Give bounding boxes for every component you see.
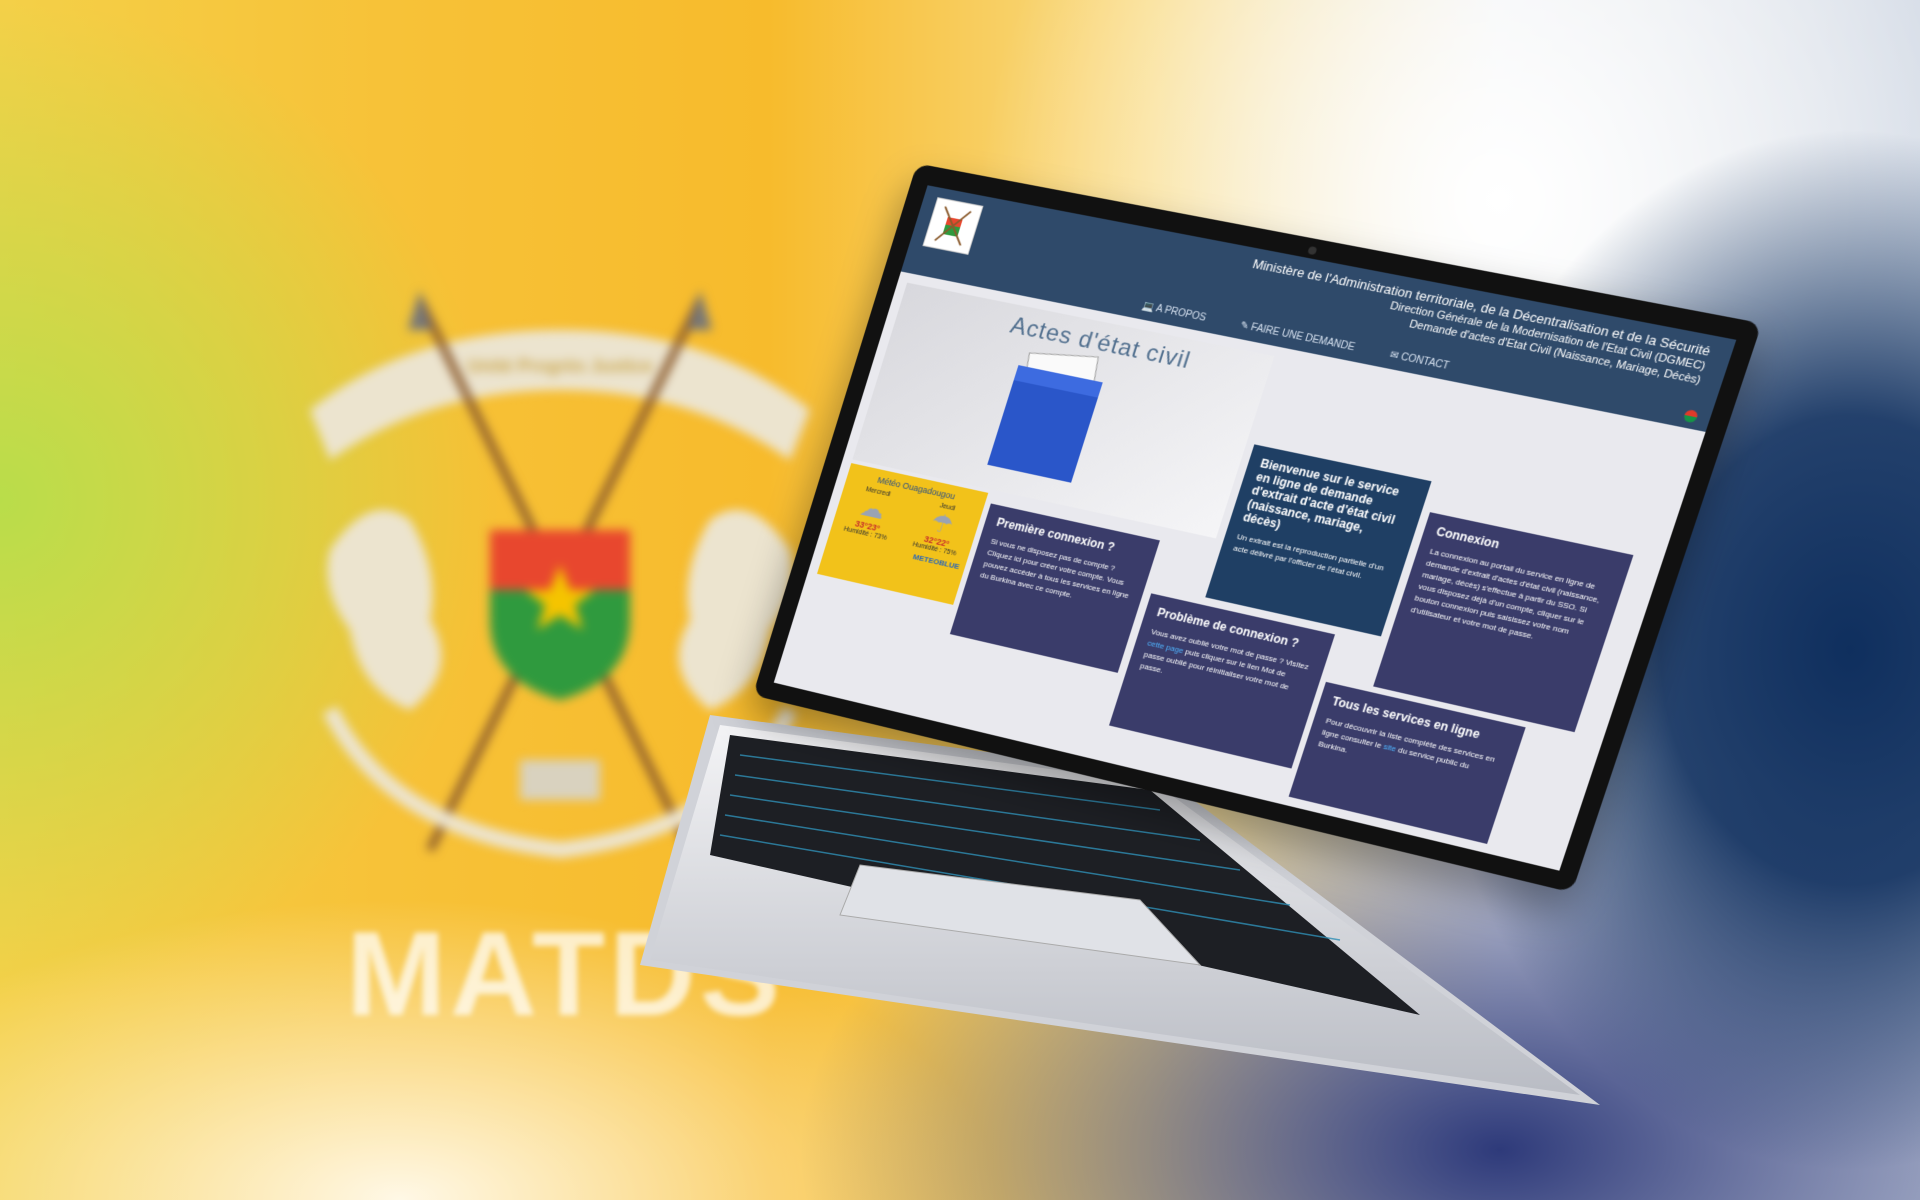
first-login-card: Première connexion ? Si vous ne disposez… (950, 503, 1160, 672)
archive-box-icon (987, 365, 1103, 483)
svg-text:Unité Progrès Justice: Unité Progrès Justice (467, 356, 652, 376)
weather-day-1: Mercredi ☁ 33°23° Humidité : 73% (836, 483, 907, 544)
weather-day-2: Jeudi ☂ 32°22° Humidité : 75% (905, 498, 977, 559)
nav-contact[interactable]: ✉ Contact (1386, 343, 1453, 380)
nav-about-label: A propos (1154, 303, 1207, 323)
connexion-card: Connexion La connexion au portail du ser… (1373, 512, 1633, 732)
webcam-icon (1307, 246, 1317, 255)
nav-request-label: Faire une demande (1249, 322, 1356, 353)
nav-about[interactable]: 💻 A propos (1138, 294, 1209, 331)
coat-of-arms-logo-icon (931, 204, 976, 248)
directorate-title: Direction Générale de la Modernisation d… (1246, 273, 1706, 373)
login-problem-card: Problème de connexion ? Vous avez oublié… (1109, 593, 1335, 768)
weather-widget[interactable]: Météo Ouagadougou Mercredi ☁ 33°23° Humi… (817, 463, 988, 605)
nav-contact-label: Contact (1399, 352, 1450, 372)
site-logo[interactable] (922, 197, 983, 255)
